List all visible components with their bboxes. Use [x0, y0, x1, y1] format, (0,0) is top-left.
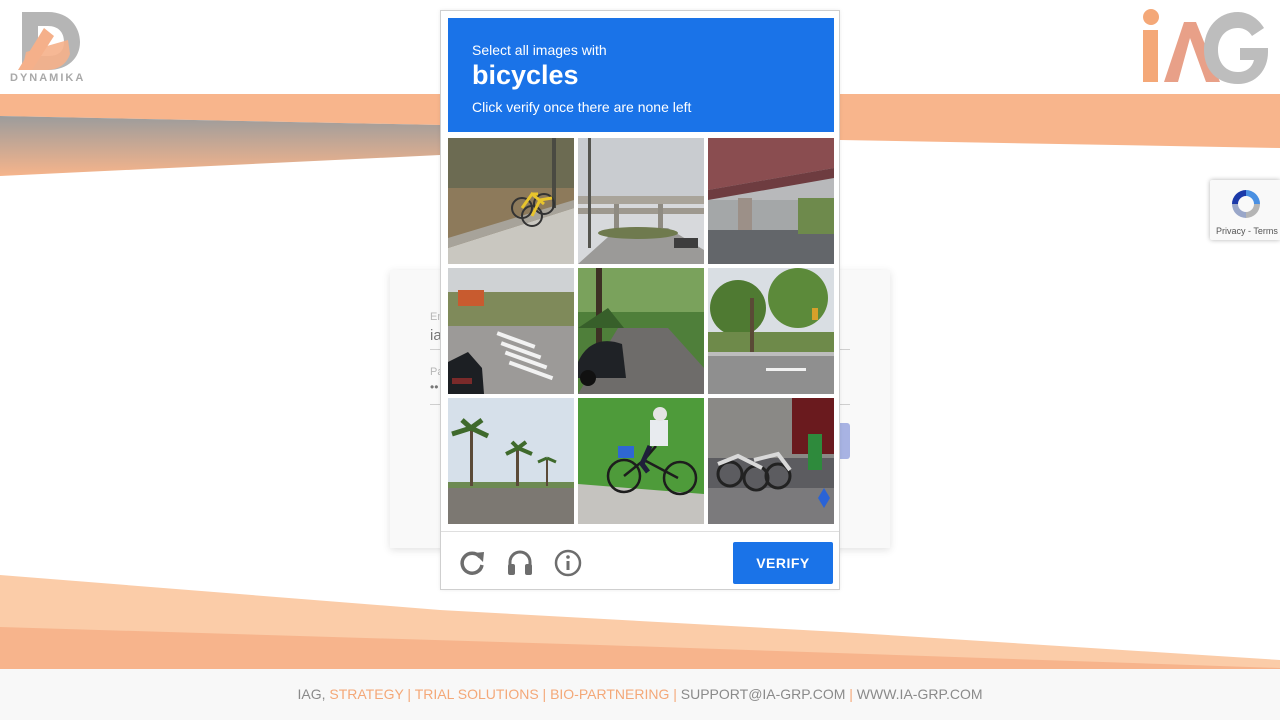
- person-riding-bicycle-image: [578, 398, 704, 524]
- highway-overpass-image: [578, 138, 704, 264]
- image-tile-4[interactable]: [448, 268, 574, 394]
- challenge-subtext: Click verify once there are none left: [472, 99, 692, 115]
- challenge-keyword: bicycles: [472, 60, 579, 90]
- info-icon[interactable]: [553, 548, 583, 578]
- recaptcha-privacy-terms[interactable]: Privacy - Terms: [1216, 226, 1278, 236]
- recaptcha-icon: [1232, 190, 1260, 218]
- image-tile-3[interactable]: [708, 138, 834, 264]
- captcha-challenge: Select all images with bicycles Click ve…: [440, 10, 840, 590]
- bridge-underside-image: [708, 138, 834, 264]
- reload-icon[interactable]: [457, 548, 487, 578]
- recaptcha-badge[interactable]: Privacy - Terms: [1210, 180, 1280, 240]
- road-intersection-image: [708, 268, 834, 394]
- image-tile-7[interactable]: [448, 398, 574, 524]
- challenge-footer: VERIFY: [441, 531, 839, 590]
- dynamika-logo-text: DYNAMIKA: [10, 72, 86, 84]
- iag-logo: [1143, 9, 1268, 84]
- verify-button[interactable]: VERIFY: [733, 542, 833, 584]
- crosswalk-with-car-image: [448, 268, 574, 394]
- bicycles-on-sidewalk-image: [448, 138, 574, 264]
- image-tile-2[interactable]: [578, 138, 704, 264]
- footer-services: STRATEGY | TRIAL SOLUTIONS | BIO-PARTNER…: [329, 686, 677, 702]
- footer-website-link[interactable]: WWW.IA-GRP.COM: [853, 686, 983, 702]
- challenge-header: Select all images with bicycles Click ve…: [448, 18, 834, 132]
- street-with-trees-image: [578, 268, 704, 394]
- image-tile-9[interactable]: [708, 398, 834, 524]
- headphones-icon[interactable]: [505, 548, 535, 578]
- site-footer: IAG, STRATEGY | TRIAL SOLUTIONS | BIO-PA…: [0, 669, 1280, 720]
- password-field[interactable]: ••: [430, 380, 438, 394]
- challenge-instruction: Select all images with: [472, 42, 607, 58]
- footer-company: IAG,: [297, 686, 330, 702]
- image-tile-6[interactable]: [708, 268, 834, 394]
- image-grid: [448, 138, 834, 524]
- palm-tree-street-image: [448, 398, 574, 524]
- footer-email-link[interactable]: SUPPORT@IA-GRP.COM: [677, 686, 849, 702]
- bike-share-rack-image: [708, 398, 834, 524]
- image-tile-8[interactable]: [578, 398, 704, 524]
- image-tile-5[interactable]: [578, 268, 704, 394]
- image-tile-1[interactable]: [448, 138, 574, 264]
